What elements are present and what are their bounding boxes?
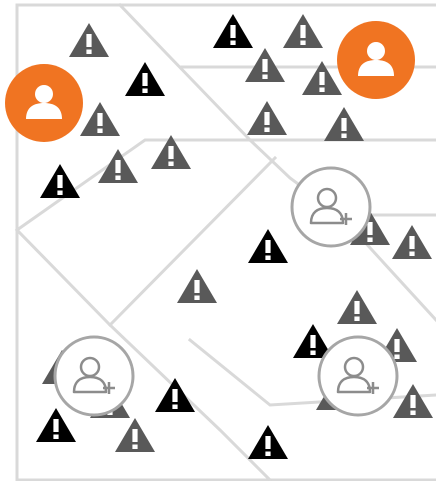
warning-triangle-icon[interactable]: [283, 14, 323, 48]
map-canvas[interactable]: [0, 0, 436, 481]
road: [107, 322, 273, 481]
warning-triangle-icon[interactable]: [115, 418, 155, 452]
warning-triangle-icon[interactable]: [80, 102, 120, 136]
warning-triangle-icon[interactable]: [98, 149, 138, 183]
warning-triangle-icon[interactable]: [337, 290, 377, 324]
warning-triangle-icon[interactable]: [248, 229, 288, 263]
user-location-icon[interactable]: [5, 64, 83, 142]
add-user-icon[interactable]: [53, 335, 135, 417]
warning-triangle-icon[interactable]: [69, 23, 109, 57]
warning-triangle-icon[interactable]: [248, 425, 288, 459]
map-svg[interactable]: [0, 0, 436, 481]
add-user-markers: [53, 166, 399, 417]
user-location-icon[interactable]: [337, 21, 415, 99]
warning-triangle-icon[interactable]: [40, 164, 80, 198]
warning-triangle-icon[interactable]: [324, 107, 364, 141]
warning-triangle-icon[interactable]: [247, 101, 287, 135]
warning-triangle-icon[interactable]: [213, 14, 253, 48]
add-user-icon[interactable]: [290, 166, 372, 248]
warning-triangle-icon[interactable]: [177, 269, 217, 303]
warning-triangle-icon[interactable]: [125, 62, 165, 96]
warning-triangle-icon[interactable]: [392, 225, 432, 259]
warning-triangle-icon[interactable]: [155, 378, 195, 412]
add-user-icon[interactable]: [317, 335, 399, 417]
warning-triangle-icon[interactable]: [393, 384, 433, 418]
warning-triangle-icon[interactable]: [36, 408, 76, 442]
warning-triangle-icon[interactable]: [245, 48, 285, 82]
